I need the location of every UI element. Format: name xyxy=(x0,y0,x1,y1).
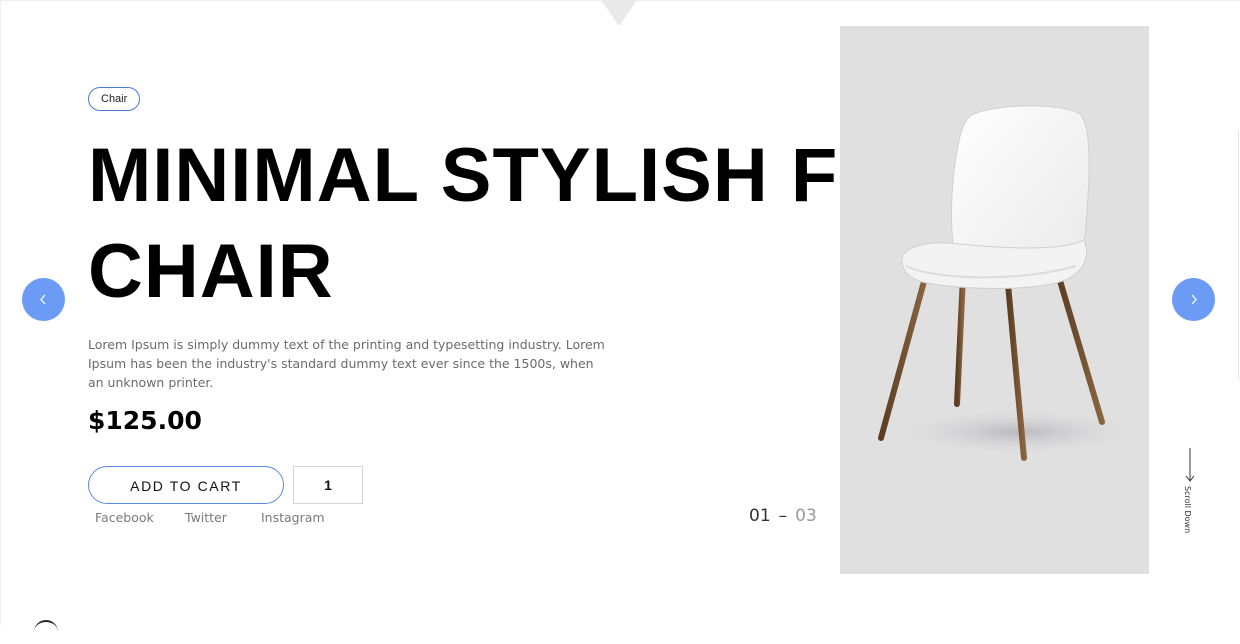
scroll-down-label: Scroll Down xyxy=(1183,486,1192,534)
chevron-right-icon xyxy=(1191,294,1197,305)
product-image xyxy=(840,26,1149,574)
slider-next-button[interactable] xyxy=(1172,278,1215,321)
slide-current: 01 xyxy=(749,506,771,526)
facebook-link[interactable]: Facebook xyxy=(95,510,154,525)
arrow-down-icon xyxy=(1185,448,1195,482)
instagram-link[interactable]: Instagram xyxy=(261,510,325,525)
slide-counter: 01–03 xyxy=(749,506,817,526)
product-description: Lorem Ipsum is simply dummy text of the … xyxy=(88,337,605,390)
add-to-cart-button[interactable]: ADD TO CART xyxy=(88,466,284,504)
quantity-input[interactable] xyxy=(293,466,363,504)
slide-total: 03 xyxy=(795,506,817,526)
right-divider xyxy=(1238,130,1239,380)
partial-logo-icon xyxy=(34,620,58,644)
slide-separator: – xyxy=(778,506,788,526)
top-notch-indicator xyxy=(601,0,637,26)
chevron-left-icon xyxy=(40,294,46,305)
left-divider xyxy=(0,0,1,626)
product-price: $125.00 xyxy=(88,406,202,435)
headline-line-1: MINIMAL STYLISH FURNITURE xyxy=(88,133,840,218)
hero-headline: MINIMAL STYLISH FURNITURE CHAIR xyxy=(88,128,840,328)
slider-prev-button[interactable] xyxy=(22,278,65,321)
twitter-link[interactable]: Twitter xyxy=(185,510,227,525)
category-tag[interactable]: Chair xyxy=(88,87,141,111)
chair-illustration xyxy=(878,105,1136,461)
headline-line-2: CHAIR xyxy=(88,229,334,314)
